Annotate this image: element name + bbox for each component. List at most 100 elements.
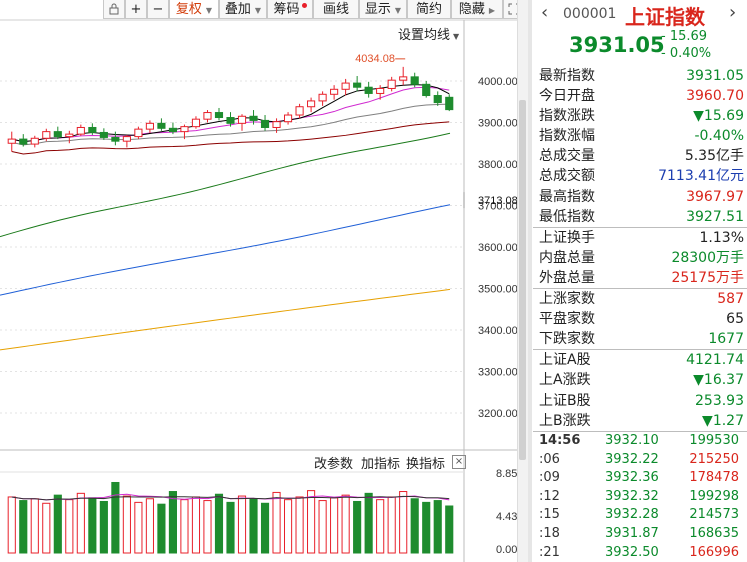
tick-row: 14:56 3932.10 199530 bbox=[533, 432, 747, 451]
tick-row: :06 3932.22 215250 bbox=[533, 451, 747, 470]
y-axis-label: 3600.00 bbox=[478, 242, 518, 254]
volume-bar bbox=[76, 492, 85, 554]
tick-time: :09 bbox=[539, 470, 560, 486]
close-icon[interactable]: × bbox=[452, 455, 466, 469]
volume-bar bbox=[157, 503, 166, 554]
stat-value: ▼15.69 bbox=[693, 108, 744, 125]
volume-bar bbox=[341, 494, 350, 554]
tick-price: 3932.10 bbox=[605, 433, 659, 448]
stat-row: 总成交额 7113.41亿元 bbox=[533, 166, 747, 186]
stat-label: 总成交量 bbox=[539, 148, 595, 165]
tick-volume: 214573 bbox=[689, 507, 739, 523]
stat-value: 253.93 bbox=[695, 392, 744, 409]
candle-body bbox=[99, 131, 108, 138]
volume-bar bbox=[7, 496, 16, 554]
candle-body bbox=[399, 76, 408, 81]
volume-bar bbox=[168, 491, 178, 554]
ma-setting-button[interactable]: 设置均线 ▼ bbox=[398, 24, 459, 43]
stat-label: 最高指数 bbox=[539, 188, 595, 205]
stat-value: 3927.51 bbox=[686, 208, 744, 225]
stat-row: 最低指数 3927.51 bbox=[533, 207, 747, 227]
stat-row: 最新指数 3931.05 bbox=[533, 66, 747, 86]
stock-code: 000001 bbox=[563, 6, 617, 22]
volume-bar bbox=[122, 495, 131, 554]
stat-row: 上涨家数 587 bbox=[533, 289, 747, 309]
y-axis-label: 3800.00 bbox=[478, 159, 518, 171]
candle-body bbox=[237, 115, 247, 124]
volume-bar bbox=[203, 500, 212, 554]
volume-bar bbox=[433, 500, 442, 554]
quote-panel: ‹ 000001 上证指数 › 3931.05 - 15.69 - 0.40% … bbox=[533, 0, 747, 562]
stat-label: 上涨家数 bbox=[539, 291, 595, 308]
volume-axis-label: 8.85 bbox=[496, 468, 517, 480]
candle-body bbox=[307, 100, 316, 108]
high-marker-label: 4034.08 bbox=[355, 53, 395, 65]
tick-row: :09 3932.36 178478 bbox=[533, 469, 747, 488]
volume-bar bbox=[410, 498, 419, 554]
add-indicator-button[interactable]: 加指标 bbox=[361, 453, 400, 472]
volume-bar bbox=[53, 494, 62, 554]
ma250-line bbox=[0, 288, 451, 351]
candle-body bbox=[330, 88, 339, 95]
tick-time: :15 bbox=[539, 507, 560, 523]
candle-body bbox=[226, 117, 235, 124]
y-axis-label: 4000.00 bbox=[478, 76, 518, 88]
candle-body bbox=[191, 118, 201, 128]
panel-divider[interactable] bbox=[528, 0, 532, 562]
candle-body bbox=[272, 121, 281, 128]
tick-time: :21 bbox=[539, 544, 560, 560]
chart-scrollbar[interactable] bbox=[517, 0, 528, 562]
stat-label: 最低指数 bbox=[539, 208, 595, 225]
chevron-down-icon: ▼ bbox=[453, 32, 460, 41]
tick-price: 3932.50 bbox=[605, 544, 659, 560]
tick-volume: 178478 bbox=[689, 470, 739, 486]
prev-arrow-icon[interactable]: ‹ bbox=[541, 2, 548, 23]
volume-bar bbox=[249, 498, 258, 554]
switch-indicator-button[interactable]: 换指标 bbox=[406, 453, 445, 472]
y-axis-label: 3900.00 bbox=[478, 118, 518, 130]
stat-row: 外盘总量 25175万手 bbox=[533, 268, 747, 288]
candle-body bbox=[410, 76, 419, 85]
stat-label: 上A涨跌 bbox=[539, 372, 591, 389]
stat-value: 587 bbox=[717, 291, 744, 308]
stat-label: 上B涨跌 bbox=[539, 412, 591, 429]
tick-list: 14:56 3932.10 199530:06 3932.22 215250:09 393… bbox=[533, 431, 747, 562]
stat-value: 4121.74 bbox=[686, 352, 744, 369]
change-percent: - 0.40% bbox=[661, 46, 712, 61]
stat-label: 最新指数 bbox=[539, 68, 595, 84]
stat-value: ▼16.37 bbox=[693, 372, 744, 389]
candle-body bbox=[376, 87, 385, 94]
scrollbar-thumb[interactable] bbox=[519, 100, 526, 460]
stat-label: 总成交额 bbox=[539, 168, 595, 185]
volume-bar bbox=[353, 500, 362, 554]
volume-bar bbox=[422, 501, 431, 554]
volume-bar bbox=[295, 496, 304, 554]
tick-volume: 166996 bbox=[689, 544, 739, 560]
stat-row: 最高指数 3967.97 bbox=[533, 187, 747, 207]
stat-label: 上证B股 bbox=[539, 392, 591, 409]
tick-row: :18 3931.87 168635 bbox=[533, 525, 747, 544]
change-params-button[interactable]: 改参数 bbox=[314, 453, 353, 472]
volume-axis-label: 4.43 bbox=[496, 511, 517, 523]
change-value: - 15.69 bbox=[661, 29, 708, 44]
candle-body bbox=[214, 112, 224, 119]
stat-label: 平盘家数 bbox=[539, 311, 595, 328]
candle-body bbox=[249, 115, 258, 121]
volume-bar bbox=[272, 491, 281, 554]
stat-value: -0.40% bbox=[694, 128, 744, 145]
next-arrow-icon[interactable]: › bbox=[729, 2, 736, 23]
current-price: 3931.05 bbox=[569, 33, 665, 57]
stat-row: 指数涨幅 -0.40% bbox=[533, 126, 747, 146]
ma-setting-label: 设置均线 bbox=[398, 28, 451, 43]
candle-body bbox=[76, 126, 85, 135]
candle-body bbox=[122, 136, 131, 142]
volume-bar bbox=[111, 481, 120, 554]
candle-body bbox=[295, 106, 304, 116]
volume-bar bbox=[318, 500, 327, 554]
stat-value: 5.35亿手 bbox=[684, 148, 744, 165]
candlestick-chart[interactable]: 4034.08 4000.003900.003800.003700.003600… bbox=[0, 0, 528, 562]
stat-row: 今日开盘 3960.70 bbox=[533, 86, 747, 106]
volume-bar bbox=[445, 505, 454, 554]
stat-label: 下跌家数 bbox=[539, 331, 595, 348]
stat-value: 25175万手 bbox=[671, 269, 744, 286]
